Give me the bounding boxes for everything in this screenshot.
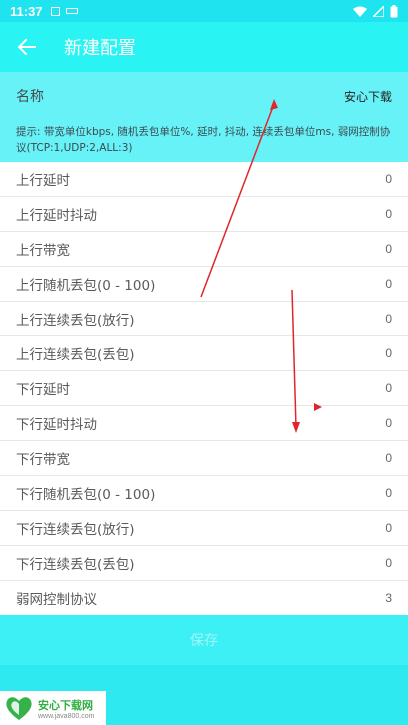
back-button[interactable] <box>16 36 38 58</box>
list-item-value[interactable]: 0 <box>385 312 392 326</box>
name-field-value[interactable]: 安心下载 <box>344 88 392 105</box>
arrow-left-icon <box>18 39 36 55</box>
list-item[interactable]: 上行连续丢包(放行) 0 <box>0 302 408 337</box>
list-item[interactable]: 弱网控制协议 3 <box>0 581 408 616</box>
list-item-label: 上行连续丢包(丢包) <box>16 347 135 364</box>
list-item-label: 上行延时抖动 <box>16 207 97 224</box>
list-item-value[interactable]: 0 <box>385 277 392 291</box>
list-item[interactable]: 下行带宽 0 <box>0 441 408 477</box>
status-left-icons <box>50 6 78 16</box>
list-item-label: 上行连续丢包(放行) <box>16 312 135 329</box>
list-item-value[interactable]: 0 <box>385 207 392 221</box>
watermark-title: 安心下载网 <box>38 698 93 712</box>
list-item-label: 下行带宽 <box>16 452 70 469</box>
list-item-label: 弱网控制协议 <box>16 591 97 608</box>
list-item-label: 下行随机丢包(0 - 100) <box>16 486 156 503</box>
list-item-value[interactable]: 0 <box>385 521 392 535</box>
list-item-value[interactable]: 0 <box>385 451 392 465</box>
list-item-value[interactable]: 0 <box>385 486 392 500</box>
parameter-list: 上行延时 0 上行延时抖动 0 上行带宽 0 上行随机丢包(0 - 100) 0 上行连续丢包(… <box>0 162 408 616</box>
list-item-value[interactable]: 0 <box>385 556 392 570</box>
list-item-label: 下行连续丢包(放行) <box>16 521 135 538</box>
list-item-label: 上行延时 <box>16 172 70 189</box>
list-item-value[interactable]: 0 <box>385 172 392 186</box>
list-item-value[interactable]: 0 <box>385 381 392 395</box>
signal-icon <box>373 5 384 17</box>
list-item-label: 上行带宽 <box>16 242 70 259</box>
hint-text: 提示: 带宽单位kbps, 随机丢包单位%, 延时, 抖动, 连续丢包单位ms,… <box>0 120 408 162</box>
status-time: 11:37 <box>10 3 43 19</box>
battery-icon <box>390 4 398 17</box>
list-item[interactable]: 下行延时抖动 0 <box>0 406 408 442</box>
list-item[interactable]: 上行延时抖动 0 <box>0 197 408 232</box>
list-item[interactable]: 上行带宽 0 <box>0 232 408 267</box>
status-bar: 11:37 <box>0 0 408 22</box>
list-item[interactable]: 下行连续丢包(放行) 0 <box>0 511 408 546</box>
heart-logo-icon <box>6 697 32 720</box>
save-button[interactable]: 保存 <box>0 615 408 665</box>
watermark-logo: 安心下载网 www.java800.com <box>0 691 106 725</box>
list-item[interactable]: 上行随机丢包(0 - 100) 0 <box>0 267 408 302</box>
name-field[interactable]: 名称 安心下载 <box>0 72 408 120</box>
list-item[interactable]: 上行延时 0 <box>0 162 408 197</box>
list-item-value[interactable]: 0 <box>385 242 392 256</box>
list-item-label: 下行连续丢包(丢包) <box>16 556 135 573</box>
wifi-icon <box>353 6 367 17</box>
list-item-value[interactable]: 0 <box>385 416 392 430</box>
notification-icon <box>50 6 60 16</box>
list-item[interactable]: 上行连续丢包(丢包) 0 <box>0 336 408 372</box>
list-item-value[interactable]: 0 <box>385 346 392 360</box>
list-item[interactable]: 下行随机丢包(0 - 100) 0 <box>0 476 408 511</box>
list-item-label: 下行延时抖动 <box>16 417 97 434</box>
list-item[interactable]: 下行延时 0 <box>0 371 408 407</box>
page-title: 新建配置 <box>64 38 136 59</box>
status-right-icons <box>353 4 398 18</box>
list-item[interactable]: 下行连续丢包(丢包) 0 <box>0 546 408 581</box>
app-bar: 新建配置 <box>0 22 408 72</box>
keyboard-icon <box>65 8 78 14</box>
list-item-value[interactable]: 3 <box>385 591 392 605</box>
watermark-url: www.java800.com <box>38 712 95 720</box>
list-item-label: 下行延时 <box>16 382 70 399</box>
name-field-label: 名称 <box>16 89 44 105</box>
list-item-label: 上行随机丢包(0 - 100) <box>16 277 156 294</box>
